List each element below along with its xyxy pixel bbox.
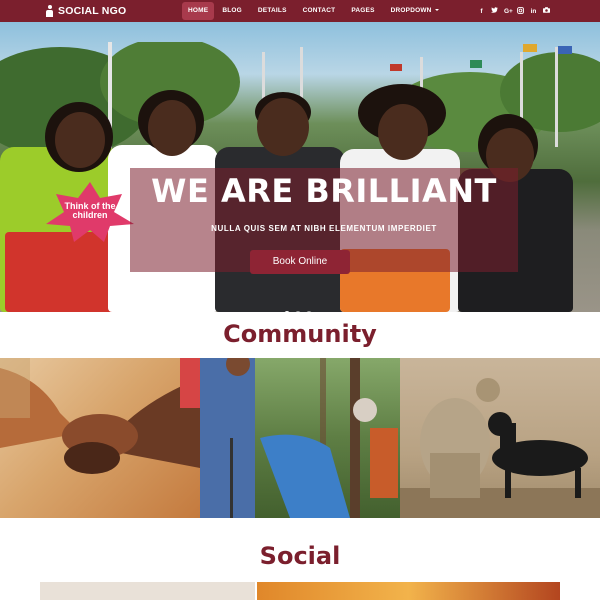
facebook-icon[interactable]: f [478, 8, 485, 15]
gallery-image-holding-hands[interactable] [0, 358, 200, 518]
social-icons: f G+ in [478, 0, 550, 22]
google-plus-icon[interactable]: G+ [504, 8, 513, 15]
nav-item-contact[interactable]: CONTACT [295, 0, 344, 22]
person-icon [46, 5, 53, 17]
camera-icon[interactable] [543, 7, 550, 15]
nav-item-blog[interactable]: BLOG [214, 0, 250, 22]
social-heading: Social [259, 542, 341, 570]
protest-sign: Think of the children [44, 180, 136, 242]
sign-text: Think of the children [64, 201, 116, 220]
nav-item-details[interactable]: DETAILS [250, 0, 295, 22]
nav-item-pages[interactable]: PAGES [343, 0, 382, 22]
slide-indicator-dot[interactable] [295, 311, 301, 312]
community-heading: Community [223, 320, 377, 348]
slide-indicator-dot[interactable] [284, 311, 290, 312]
brand-name: SOCIAL NGO [58, 5, 127, 17]
caret-down-icon [434, 9, 439, 12]
top-navbar: SOCIAL NGO HOME BLOG DETAILS CONTACT PAG… [0, 0, 600, 22]
instagram-icon[interactable] [517, 6, 524, 16]
nav-menu: HOME BLOG DETAILS CONTACT PAGES DROPDOWN [182, 0, 447, 22]
nav-item-dropdown[interactable]: DROPDOWN [383, 0, 447, 22]
brand-logo[interactable]: SOCIAL NGO [46, 0, 126, 22]
hero-subtitle: NULLA QUIS SEM AT NIBH ELEMENTUM IMPERDI… [211, 224, 437, 233]
social-image-fire[interactable] [257, 582, 560, 600]
gallery-image-soldier-dog[interactable] [400, 358, 600, 518]
nav-item-dropdown-label: DROPDOWN [390, 7, 432, 14]
linkedin-icon[interactable]: in [530, 8, 537, 15]
nav-item-home[interactable]: HOME [182, 2, 215, 20]
book-online-button[interactable]: Book Online [250, 250, 350, 274]
gallery-image-hikers[interactable] [200, 358, 400, 518]
hero-title: WE ARE BRILLIANT [151, 172, 497, 210]
hero-slider: Think of the children WE ARE BRILLIANT N… [0, 22, 600, 312]
twitter-icon[interactable] [491, 7, 498, 15]
social-image[interactable] [40, 582, 255, 600]
slide-indicator-dot[interactable] [306, 311, 312, 312]
social-gallery [40, 582, 560, 600]
slider-indicators [284, 311, 312, 312]
community-gallery [0, 358, 600, 518]
